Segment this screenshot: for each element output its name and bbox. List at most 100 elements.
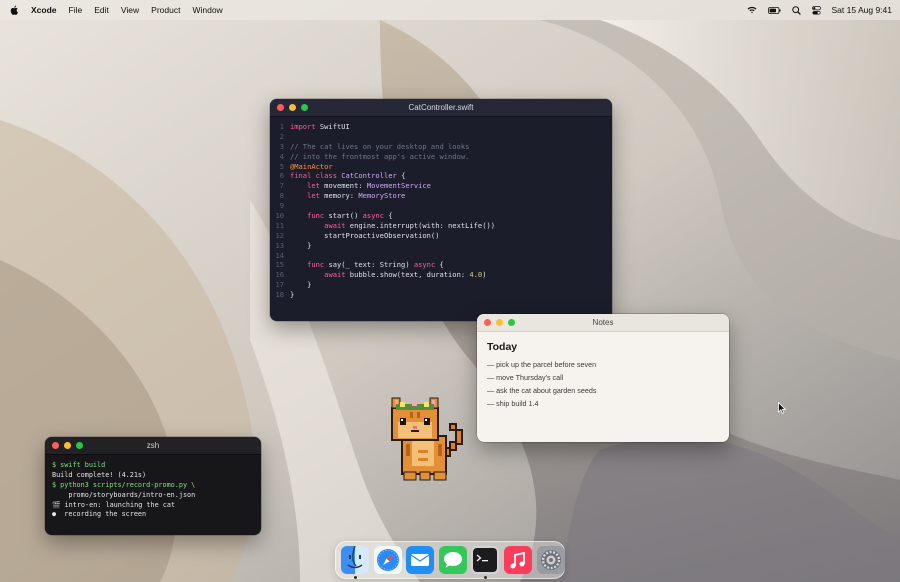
line-number: 9 bbox=[279, 201, 284, 211]
minimize-button[interactable] bbox=[64, 442, 71, 449]
line-number: 16 bbox=[275, 270, 284, 280]
control-center-icon[interactable] bbox=[811, 5, 821, 15]
code-token: async bbox=[413, 260, 436, 270]
note-item: — ask the cat about garden seeds bbox=[487, 386, 597, 395]
code-token: start() bbox=[324, 211, 363, 221]
note-body[interactable]: Today — pick up the parcel before seven … bbox=[477, 332, 729, 419]
line-number: 17 bbox=[275, 280, 284, 290]
code-line: 9 bbox=[270, 201, 612, 211]
terminal-line: promo/storyboards/intro-en.json bbox=[52, 490, 196, 499]
code-line: 12 startProactiveObservation() bbox=[270, 231, 612, 241]
notes-window[interactable]: Notes Today — pick up the parcel before … bbox=[477, 314, 729, 442]
code-token: } bbox=[290, 290, 295, 300]
line-number: 4 bbox=[279, 151, 284, 161]
note-item: — move Thursday's call bbox=[487, 373, 564, 382]
menu-window[interactable]: Window bbox=[192, 5, 222, 15]
mail-icon[interactable] bbox=[406, 546, 435, 574]
close-button[interactable] bbox=[52, 442, 59, 449]
terminal-line: 🎬 intro-en: launching the cat bbox=[52, 500, 176, 509]
code-token: engine.interrupt(with: nextLife()) bbox=[345, 220, 496, 230]
line-number: 6 bbox=[279, 171, 284, 181]
menu-clock[interactable]: Sat 15 Aug 9:41 bbox=[832, 5, 893, 15]
terminal-line: ● recording the screen bbox=[52, 510, 147, 519]
code-token: ) bbox=[482, 270, 487, 280]
code-token: 4.0 bbox=[469, 270, 483, 280]
code-token: say(_ text: String) bbox=[324, 260, 414, 270]
code-line: 7 let movement: MovementService bbox=[270, 181, 612, 191]
code-token: func bbox=[307, 211, 325, 221]
code-area[interactable]: 1 import SwiftUI 2 3 // The cat lives on you… bbox=[270, 117, 612, 300]
code-token: startProactiveObservation() bbox=[290, 230, 440, 240]
pixel-cat-icon[interactable] bbox=[382, 396, 466, 482]
close-button[interactable] bbox=[484, 319, 491, 326]
minimize-button[interactable] bbox=[496, 319, 503, 326]
terminal-window[interactable]: zsh $ swift build Build complete! (4.21s… bbox=[45, 437, 261, 535]
line-number: 15 bbox=[275, 260, 284, 270]
terminal-line: $ swift build bbox=[52, 461, 106, 469]
terminal-icon[interactable] bbox=[471, 546, 500, 579]
battery-icon[interactable] bbox=[767, 6, 781, 14]
terminal-output[interactable]: $ swift build Build complete! (4.21s) $ … bbox=[45, 455, 261, 526]
search-icon[interactable] bbox=[791, 5, 801, 15]
safari-icon[interactable] bbox=[373, 546, 402, 574]
menu-file[interactable]: File bbox=[69, 5, 83, 15]
code-token: MemoryStore bbox=[358, 191, 406, 201]
code-token: MovementService bbox=[366, 181, 431, 191]
code-token: { bbox=[383, 211, 393, 221]
line-number: 12 bbox=[275, 230, 284, 240]
notes-titlebar[interactable]: Notes bbox=[477, 314, 729, 332]
code-token: await bbox=[324, 270, 346, 280]
code-line: 2 bbox=[270, 132, 612, 142]
messages-icon[interactable] bbox=[438, 546, 467, 574]
code-line: 13 } bbox=[270, 241, 612, 251]
code-token: // into the frontmost app's active windo… bbox=[290, 151, 470, 161]
code-token: let bbox=[307, 191, 320, 201]
code-token: async bbox=[362, 211, 384, 221]
code-line: 1 import SwiftUI bbox=[270, 122, 612, 132]
zoom-button[interactable] bbox=[508, 319, 515, 326]
code-token: { bbox=[435, 260, 444, 270]
code-line: 14 bbox=[270, 251, 612, 261]
line-number: 14 bbox=[275, 250, 284, 260]
code-line: 15 func say(_ text: String) async { bbox=[270, 260, 612, 270]
line-number: 13 bbox=[275, 240, 284, 250]
terminal-line: Build complete! (4.21s) bbox=[52, 470, 147, 479]
close-button[interactable] bbox=[277, 104, 284, 111]
line-number: 18 bbox=[275, 290, 284, 300]
code-token: // The cat lives on your desktop and loo… bbox=[290, 141, 470, 151]
editor-titlebar[interactable]: CatController.swift bbox=[270, 99, 612, 117]
code-token: SwiftUI bbox=[315, 122, 350, 131]
code-line: 18} bbox=[270, 290, 612, 300]
code-line: 3 // The cat lives on your desktop and lo… bbox=[270, 142, 612, 152]
menu-view[interactable]: View bbox=[121, 5, 139, 15]
mouse-cursor-icon bbox=[778, 402, 786, 414]
settings-icon[interactable] bbox=[536, 546, 565, 574]
menu-product[interactable]: Product bbox=[151, 5, 180, 15]
code-editor-window[interactable]: CatController.swift 1 import SwiftUI 2 3 // … bbox=[270, 99, 612, 321]
code-token: let bbox=[307, 181, 320, 191]
code-line: 4 // into the frontmost app's active wind… bbox=[270, 152, 612, 162]
line-number: 3 bbox=[279, 141, 284, 151]
terminal-titlebar[interactable]: zsh bbox=[45, 437, 261, 455]
code-token: final class bbox=[290, 171, 337, 181]
wifi-icon[interactable] bbox=[747, 6, 757, 14]
music-icon[interactable] bbox=[503, 546, 532, 574]
minimize-button[interactable] bbox=[289, 104, 296, 111]
code-token: bubble.show(text, duration: bbox=[345, 270, 470, 280]
menu-edit[interactable]: Edit bbox=[94, 5, 109, 15]
running-indicator bbox=[483, 576, 487, 579]
code-token: func bbox=[307, 260, 325, 270]
zoom-button[interactable] bbox=[76, 442, 83, 449]
code-line: 8 let memory: MemoryStore bbox=[270, 191, 612, 201]
menu-app-name[interactable]: Xcode bbox=[31, 5, 57, 15]
line-number: 1 bbox=[279, 122, 284, 131]
apple-logo-icon[interactable] bbox=[10, 5, 19, 15]
zoom-button[interactable] bbox=[301, 104, 308, 111]
code-token: await bbox=[324, 220, 346, 230]
finder-icon[interactable] bbox=[341, 546, 369, 579]
